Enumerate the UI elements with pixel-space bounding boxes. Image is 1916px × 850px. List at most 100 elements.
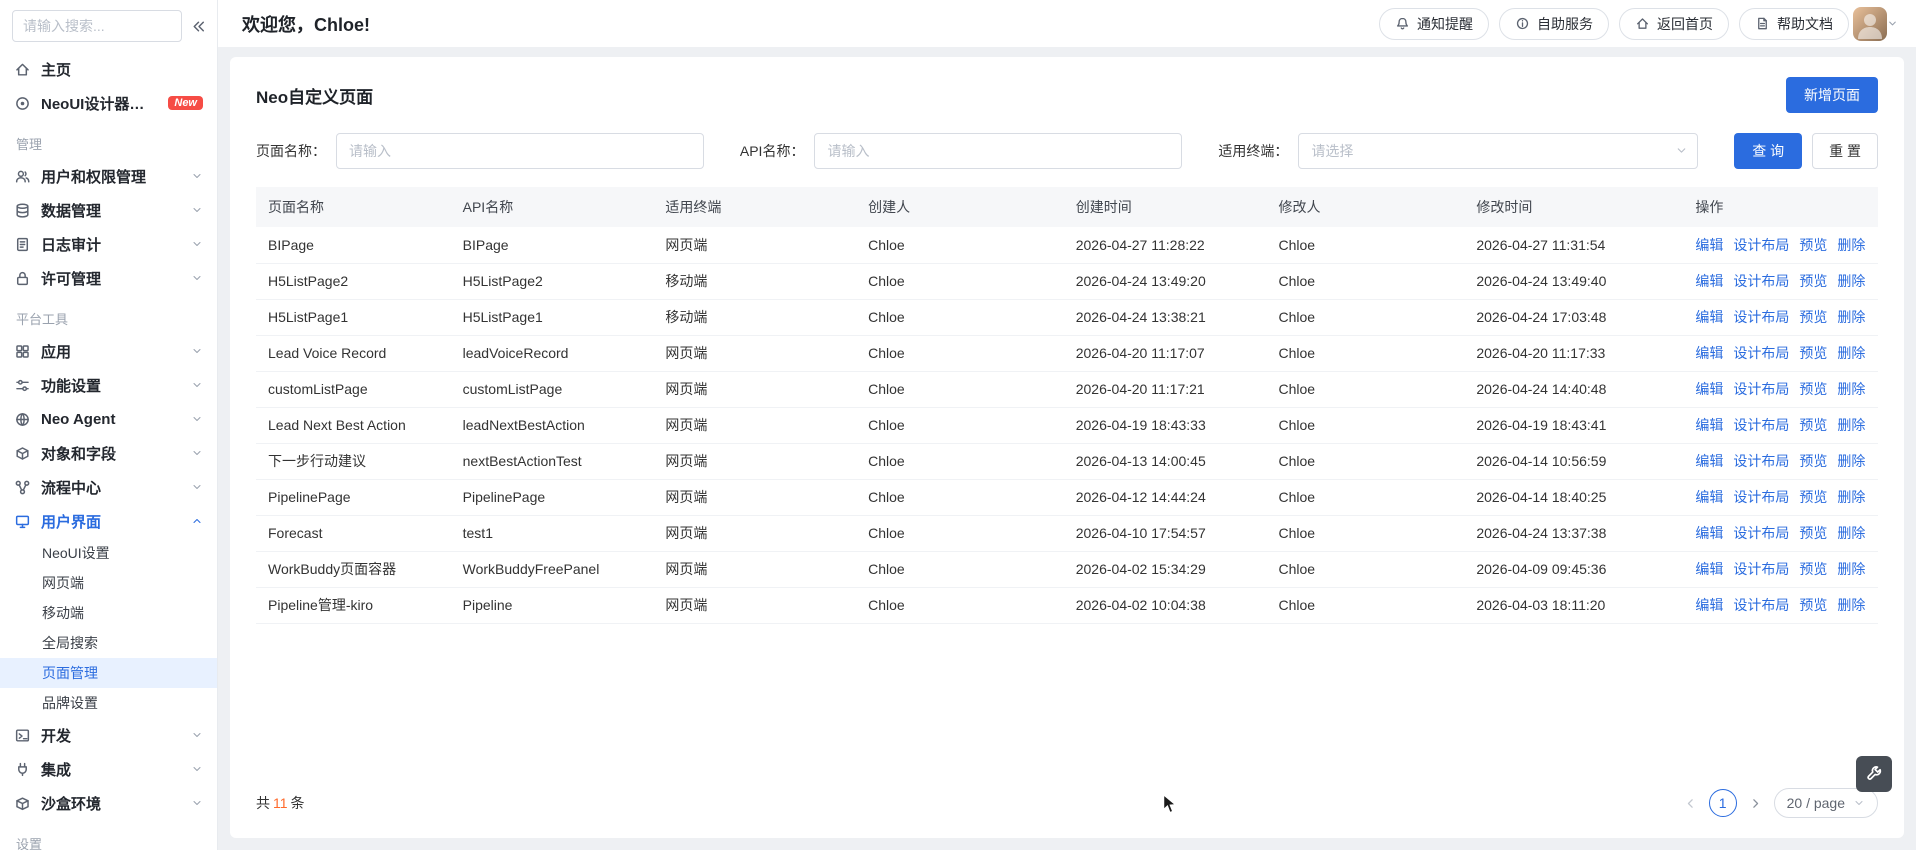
avatar[interactable] — [1853, 6, 1887, 41]
action-link[interactable]: 删除 — [1837, 417, 1865, 433]
action-link[interactable]: 设计布局 — [1733, 417, 1789, 433]
action-link[interactable]: 编辑 — [1695, 525, 1723, 541]
sidebar-item[interactable]: Neo Agent — [0, 402, 217, 436]
action-link[interactable]: 编辑 — [1695, 381, 1723, 397]
cell-modified: 2026-04-24 13:49:40 — [1464, 263, 1684, 300]
action-link[interactable]: 删除 — [1837, 561, 1865, 577]
prev-page-icon[interactable] — [1684, 797, 1697, 810]
current-page-button[interactable]: 1 — [1708, 789, 1737, 817]
action-link[interactable]: 设计布局 — [1733, 489, 1789, 505]
action-link[interactable]: 预览 — [1799, 597, 1827, 613]
action-link[interactable]: 设计布局 — [1733, 525, 1789, 541]
cell-created: 2026-04-02 15:34:29 — [1063, 551, 1267, 588]
action-link[interactable]: 预览 — [1799, 417, 1827, 433]
action-link[interactable]: 设计布局 — [1733, 237, 1789, 253]
add-page-button[interactable]: 新增页面 — [1786, 77, 1878, 113]
sidebar-item[interactable]: 用户和权限管理 — [0, 159, 217, 193]
action-link[interactable]: 设计布局 — [1733, 381, 1789, 397]
sidebar-item-label: 主页 — [41, 61, 72, 79]
action-link[interactable]: 删除 — [1837, 597, 1865, 613]
page-size-select[interactable]: 20 / page — [1773, 788, 1878, 818]
action-link[interactable]: 预览 — [1799, 273, 1827, 289]
action-link[interactable]: 编辑 — [1695, 417, 1723, 433]
action-link[interactable]: 预览 — [1799, 309, 1827, 325]
sidebar-item[interactable]: 应用 — [0, 334, 217, 368]
action-link[interactable]: 预览 — [1799, 561, 1827, 577]
action-link[interactable]: 预览 — [1799, 237, 1827, 253]
sidebar-item[interactable]: 主页 — [0, 52, 217, 86]
next-page-icon[interactable] — [1749, 797, 1762, 810]
action-link[interactable]: 删除 — [1837, 525, 1865, 541]
settings-wrench-button[interactable] — [1856, 756, 1892, 792]
action-link[interactable]: 删除 — [1837, 309, 1865, 325]
action-link[interactable]: 预览 — [1799, 489, 1827, 505]
sidebar-subitem[interactable]: 页面管理 — [0, 658, 217, 688]
reset-button[interactable]: 重 置 — [1812, 133, 1878, 169]
column-header: 修改时间 — [1464, 187, 1684, 227]
action-link[interactable]: 设计布局 — [1733, 345, 1789, 361]
terminal-select-input[interactable] — [1298, 133, 1699, 169]
page-name-label: 页面名称： — [256, 143, 326, 159]
action-link[interactable]: 删除 — [1837, 273, 1865, 289]
sidebar-subitem[interactable]: 移动端 — [0, 598, 217, 628]
cell-modified: 2026-04-24 14:40:48 — [1464, 371, 1684, 408]
filter-page-name: 页面名称： — [256, 133, 704, 169]
sidebar-item[interactable]: 数据管理 — [0, 193, 217, 227]
sidebar-item[interactable]: 沙盒环境 — [0, 786, 217, 820]
action-link[interactable]: 预览 — [1799, 345, 1827, 361]
collapse-sidebar-icon[interactable] — [190, 18, 207, 35]
action-link[interactable]: 编辑 — [1695, 345, 1723, 361]
sidebar-item[interactable]: 功能设置 — [0, 368, 217, 402]
cell-api: leadVoiceRecord — [450, 335, 654, 372]
action-link[interactable]: 删除 — [1837, 489, 1865, 505]
sidebar-item[interactable]: 许可管理 — [0, 261, 217, 295]
query-button[interactable]: 查 询 — [1734, 133, 1803, 169]
sidebar-subitem[interactable]: 品牌设置 — [0, 688, 217, 718]
header-button[interactable]: 返回首页 — [1619, 7, 1729, 40]
action-link[interactable]: 编辑 — [1695, 597, 1723, 613]
page-name-input[interactable] — [336, 133, 704, 169]
cell-modified: 2026-04-24 17:03:48 — [1464, 299, 1684, 336]
sidebar-item[interactable]: 日志审计 — [0, 227, 217, 261]
action-link[interactable]: 删除 — [1837, 381, 1865, 397]
cell-api: Pipeline — [450, 587, 654, 624]
sidebar-item[interactable]: 对象和字段 — [0, 436, 217, 470]
action-link[interactable]: 预览 — [1799, 525, 1827, 541]
header-button[interactable]: 帮助文档 — [1739, 7, 1849, 40]
sidebar-subitem[interactable]: 网页端 — [0, 568, 217, 598]
action-link[interactable]: 设计布局 — [1733, 309, 1789, 325]
action-link[interactable]: 删除 — [1837, 345, 1865, 361]
sidebar-item[interactable]: NeoUI设计器升级 New — [0, 86, 217, 120]
header-button[interactable]: 通知提醒 — [1379, 7, 1489, 40]
sidebar-item[interactable]: 开发 — [0, 718, 217, 752]
action-link[interactable]: 设计布局 — [1733, 453, 1789, 469]
table-row: WorkBuddy页面容器 WorkBuddyFreePanel 网页端 Chloe 2… — [256, 551, 1878, 588]
sidebar-item[interactable]: 集成 — [0, 752, 217, 786]
cell-creator: Chloe — [856, 587, 1064, 624]
action-link[interactable]: 删除 — [1837, 453, 1865, 469]
sidebar-item[interactable]: 流程中心 — [0, 470, 217, 504]
cell-created: 2026-04-19 18:43:33 — [1063, 407, 1267, 444]
sidebar-search-input[interactable] — [12, 10, 182, 42]
action-link[interactable]: 预览 — [1799, 453, 1827, 469]
action-link[interactable]: 编辑 — [1695, 309, 1723, 325]
action-link[interactable]: 设计布局 — [1733, 597, 1789, 613]
column-header: 创建时间 — [1063, 187, 1267, 227]
action-link[interactable]: 设计布局 — [1733, 273, 1789, 289]
avatar-caret-icon[interactable] — [1887, 18, 1898, 29]
api-name-input[interactable] — [814, 133, 1183, 169]
action-link[interactable]: 编辑 — [1695, 561, 1723, 577]
terminal-select[interactable] — [1298, 133, 1699, 169]
sidebar-subitem[interactable]: 全局搜索 — [0, 628, 217, 658]
action-link[interactable]: 编辑 — [1695, 453, 1723, 469]
action-link[interactable]: 设计布局 — [1733, 561, 1789, 577]
action-link[interactable]: 编辑 — [1695, 489, 1723, 505]
cell-name: H5ListPage2 — [256, 263, 451, 300]
sidebar-item[interactable]: 用户界面 — [0, 504, 217, 538]
action-link[interactable]: 预览 — [1799, 381, 1827, 397]
action-link[interactable]: 编辑 — [1695, 237, 1723, 253]
action-link[interactable]: 删除 — [1837, 237, 1865, 253]
action-link[interactable]: 编辑 — [1695, 273, 1723, 289]
header-button[interactable]: 自助服务 — [1499, 7, 1609, 40]
sidebar-subitem[interactable]: NeoUI设置 — [0, 538, 217, 568]
